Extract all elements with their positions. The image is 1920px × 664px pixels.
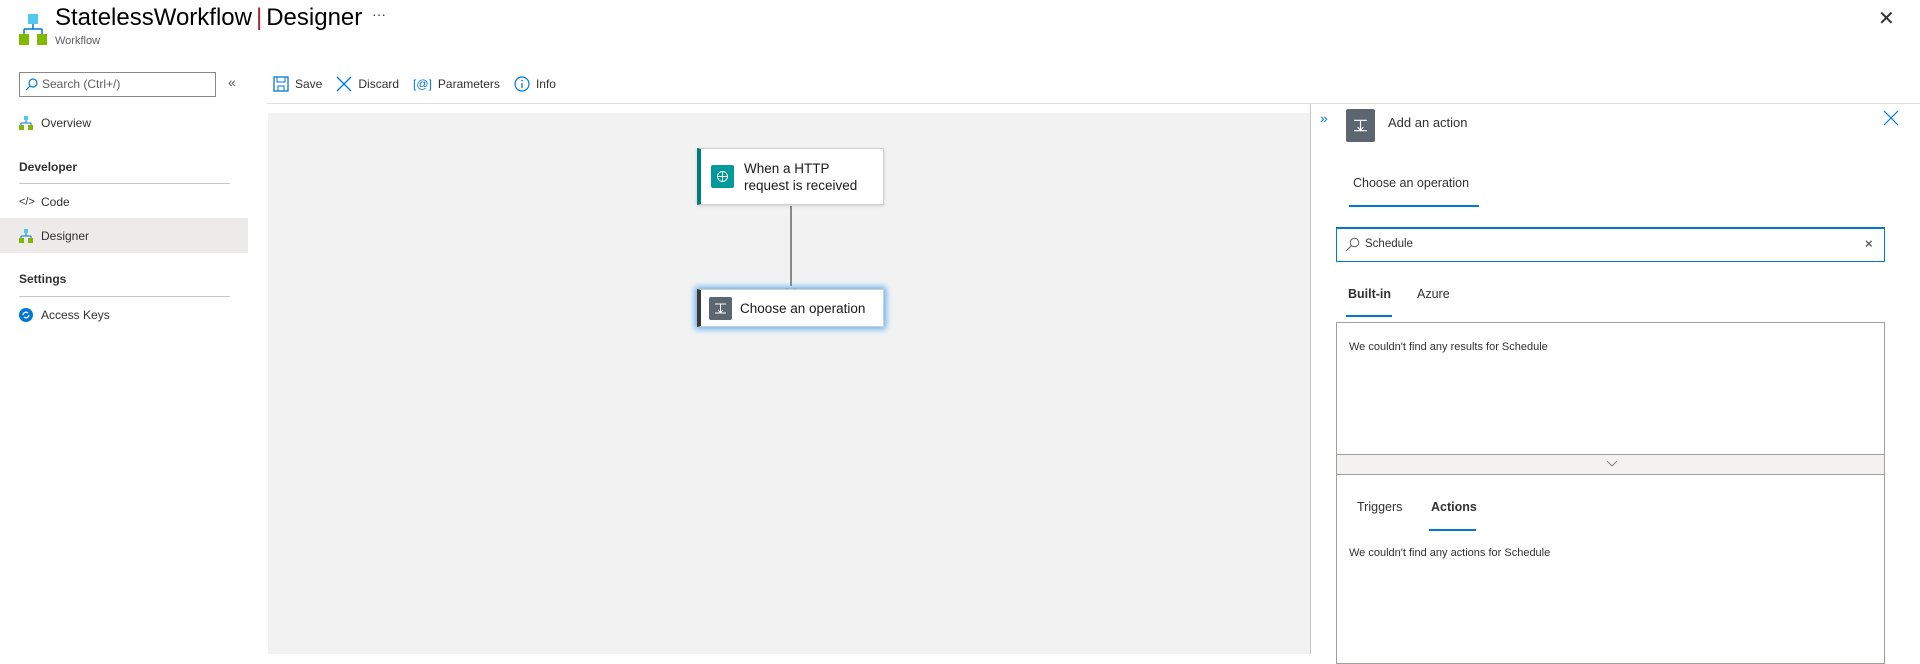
tab-underline	[1429, 529, 1476, 531]
sidebar-item-label: Code	[41, 195, 70, 209]
search-icon	[25, 78, 38, 91]
chevron-down-icon	[1607, 461, 1617, 467]
save-label: Save	[295, 77, 323, 91]
sidebar-item-label: Access Keys	[41, 308, 110, 322]
panel-title: Add an action	[1388, 115, 1468, 130]
sidebar-item-code[interactable]: </> Code	[0, 185, 248, 219]
designer-icon	[19, 228, 33, 243]
http-request-icon	[711, 165, 734, 188]
trigger-card-http-request[interactable]: When a HTTP request is received	[697, 148, 884, 205]
parameters-label: Parameters	[437, 77, 500, 91]
tab-triggers[interactable]: Triggers	[1357, 500, 1402, 514]
tab-actions[interactable]: Actions	[1431, 500, 1477, 514]
expand-panel-button[interactable]: »	[1320, 110, 1328, 126]
toolbar: Save Discard [@] Parameters Info	[273, 73, 556, 95]
save-icon	[273, 76, 289, 92]
info-icon	[514, 76, 530, 92]
title-separator: |	[255, 4, 263, 31]
card-title: Choose an operation	[740, 300, 866, 316]
parameters-button[interactable]: [@] Parameters	[413, 77, 500, 91]
workflow-icon	[19, 14, 47, 46]
sidebar-item-overview[interactable]: Overview	[0, 106, 248, 140]
resource-name: StatelessWorkflow	[55, 4, 252, 31]
tab-underline	[1349, 205, 1479, 207]
code-icon: </>	[19, 196, 35, 208]
operation-icon	[1346, 109, 1375, 142]
info-label: Info	[535, 77, 556, 91]
save-button[interactable]: Save	[273, 76, 322, 92]
discard-label: Discard	[358, 77, 400, 91]
discard-icon	[336, 76, 352, 92]
tab-azure[interactable]: Azure	[1417, 287, 1450, 301]
no-actions-message: We couldn't find any actions for Schedul…	[1349, 547, 1551, 559]
sidebar-search-input[interactable]: Search (Ctrl+/)	[19, 72, 216, 97]
section-settings: Settings	[19, 272, 67, 286]
search-placeholder: Search (Ctrl+/)	[42, 77, 121, 91]
results-list: We couldn't find any results for Schedul…	[1336, 322, 1885, 455]
sidebar-item-designer[interactable]: Designer	[0, 218, 248, 253]
tab-choose-operation[interactable]: Choose an operation	[1353, 176, 1469, 190]
clear-search-icon[interactable]: ×	[1865, 236, 1873, 251]
tab-built-in[interactable]: Built-in	[1348, 287, 1391, 301]
arrow-head-icon	[785, 281, 797, 295]
section-developer: Developer	[19, 160, 78, 174]
operation-icon	[709, 296, 732, 320]
card-title: When a HTTP request is received	[744, 160, 858, 193]
divider	[19, 296, 230, 297]
sidebar-item-access-keys[interactable]: Access Keys	[0, 298, 248, 332]
no-results-message: We couldn't find any results for Schedul…	[1349, 341, 1548, 353]
info-button[interactable]: Info	[514, 76, 556, 92]
operation-search-input[interactable]: Schedule ×	[1336, 227, 1885, 262]
search-icon	[1345, 237, 1360, 252]
tab-underline	[1346, 315, 1392, 317]
workflow-icon	[19, 116, 33, 130]
action-card-choose-operation[interactable]: Choose an operation	[697, 289, 884, 327]
resource-type: Workflow	[55, 35, 101, 47]
divider	[19, 183, 230, 184]
more-options-button[interactable]: ···	[372, 6, 386, 22]
search-value: Schedule	[1365, 238, 1413, 250]
close-icon[interactable]: ✕	[1878, 6, 1895, 31]
sidebar-item-label: Designer	[41, 228, 90, 243]
collapse-sidebar-button[interactable]: «	[228, 74, 236, 90]
page-title: StatelessWorkflow | Designer	[55, 4, 362, 32]
expand-results-button[interactable]	[1336, 455, 1885, 474]
page-name: Designer	[266, 4, 363, 31]
actions-list: Triggers Actions We couldn't find any ac…	[1336, 474, 1885, 664]
discard-button[interactable]: Discard	[336, 76, 399, 92]
refresh-keys-icon	[19, 308, 33, 322]
close-panel-icon[interactable]	[1883, 110, 1899, 131]
connector-arrow	[790, 206, 792, 286]
parameters-icon: [@]	[413, 77, 432, 91]
sidebar-item-label: Overview	[41, 116, 92, 130]
